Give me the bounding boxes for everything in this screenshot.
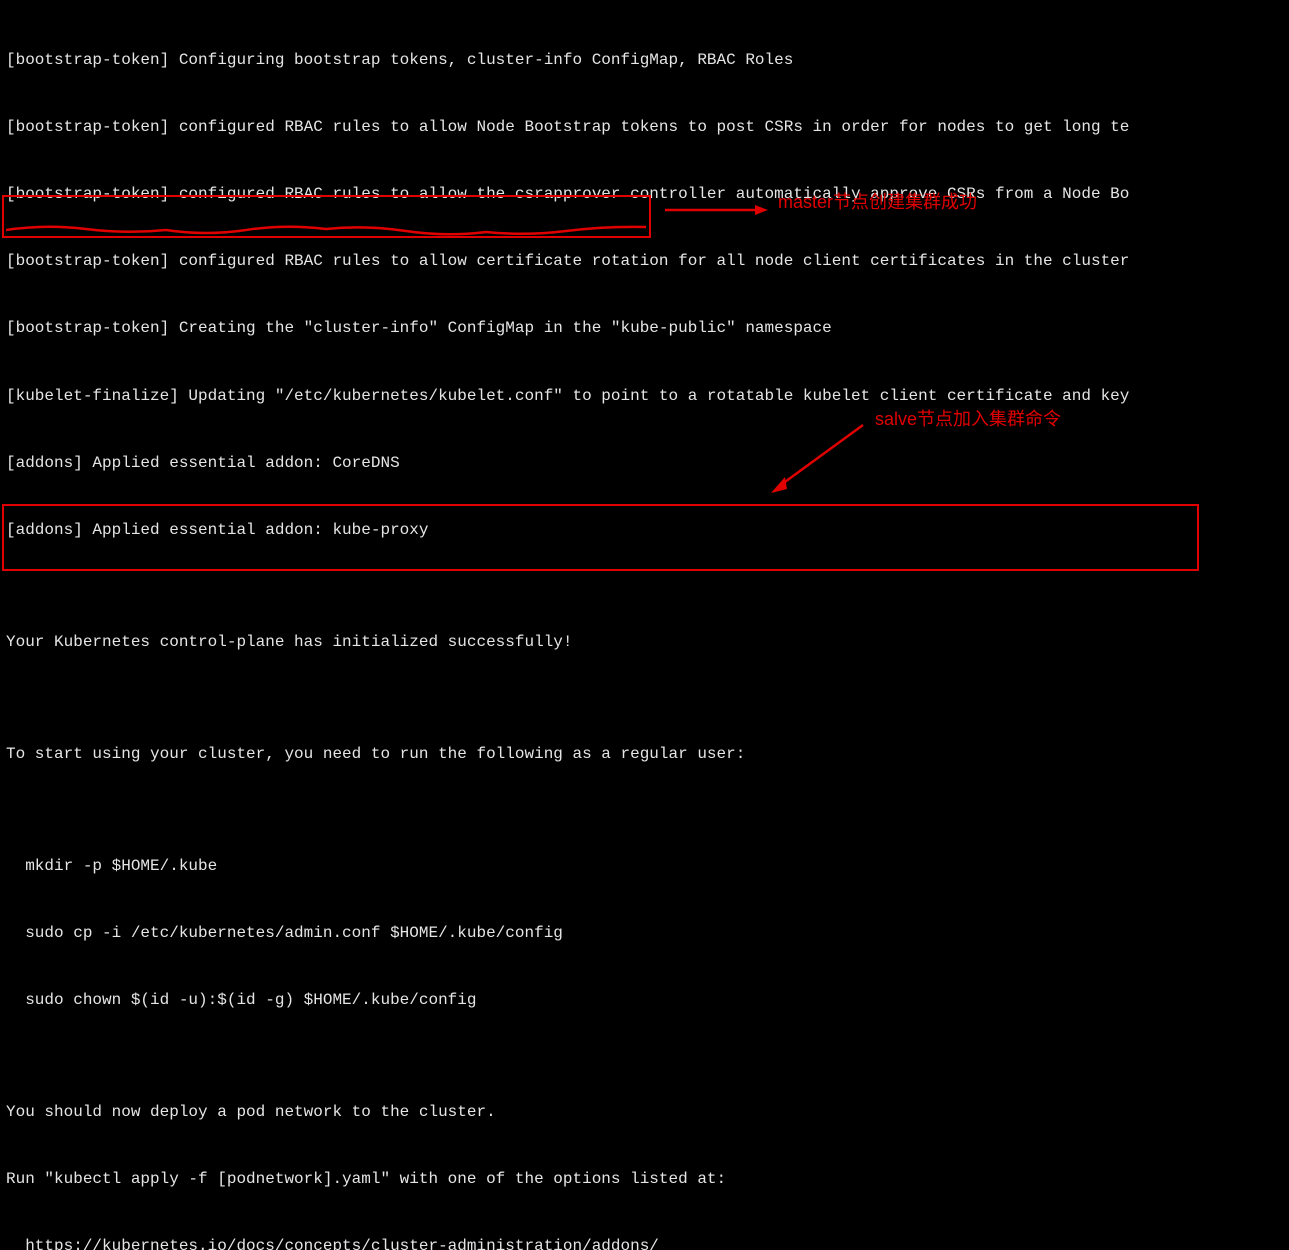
terminal-line: Your Kubernetes control-plane has initia… bbox=[6, 631, 1129, 653]
terminal-line: mkdir -p $HOME/.kube bbox=[6, 855, 1129, 877]
terminal-line: [bootstrap-token] Creating the "cluster-… bbox=[6, 317, 1129, 339]
terminal-line: sudo chown $(id -u):$(id -g) $HOME/.kube… bbox=[6, 989, 1129, 1011]
terminal-line: sudo cp -i /etc/kubernetes/admin.conf $H… bbox=[6, 922, 1129, 944]
annotation-slave-join: salve节点加入集群命令 bbox=[875, 407, 1061, 432]
annotation-master-success: master节点创建集群成功 bbox=[778, 190, 977, 215]
terminal-line: [kubelet-finalize] Updating "/etc/kubern… bbox=[6, 385, 1129, 407]
terminal-line: [bootstrap-token] configured RBAC rules … bbox=[6, 250, 1129, 272]
terminal-line: https://kubernetes.io/docs/concepts/clus… bbox=[6, 1235, 1129, 1250]
terminal-line: [addons] Applied essential addon: kube-p… bbox=[6, 519, 1129, 541]
terminal-line: Run "kubectl apply -f [podnetwork].yaml"… bbox=[6, 1168, 1129, 1190]
terminal-line: You should now deploy a pod network to t… bbox=[6, 1101, 1129, 1123]
terminal-line: [addons] Applied essential addon: CoreDN… bbox=[6, 452, 1129, 474]
terminal-line: To start using your cluster, you need to… bbox=[6, 743, 1129, 765]
terminal-output[interactable]: [bootstrap-token] Configuring bootstrap … bbox=[0, 0, 1135, 1250]
terminal-line: [bootstrap-token] Configuring bootstrap … bbox=[6, 49, 1129, 71]
terminal-line: [bootstrap-token] configured RBAC rules … bbox=[6, 116, 1129, 138]
